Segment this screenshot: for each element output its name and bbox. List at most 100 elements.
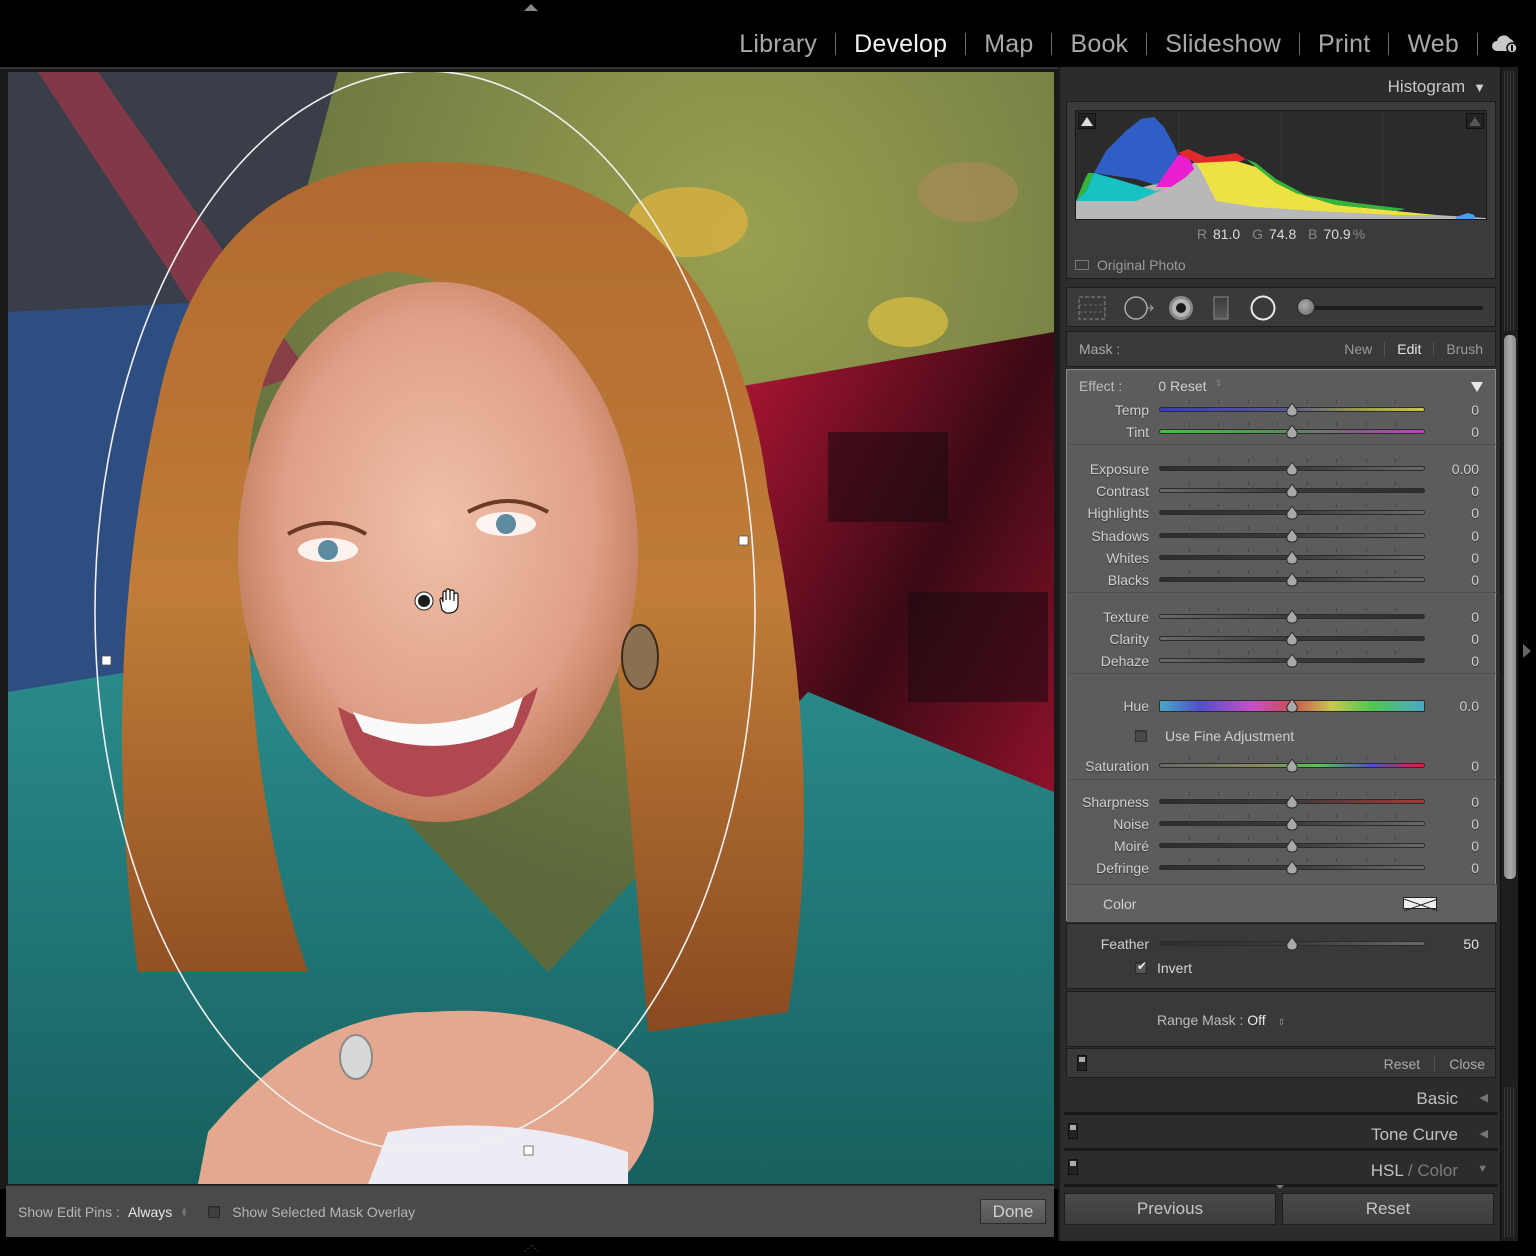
collapse-left-icon[interactable]: ◀: [1480, 1127, 1488, 1140]
invert-toggle[interactable]: Invert: [1135, 959, 1192, 976]
bottom-panel-grip-icon[interactable]: ⋰⋱: [524, 1244, 539, 1253]
slider-value[interactable]: 0: [1471, 505, 1479, 521]
highlight-clipping-toggle[interactable]: [1466, 113, 1484, 129]
slider-knob[interactable]: [1286, 402, 1298, 417]
slider-knob[interactable]: [1286, 936, 1298, 951]
histogram-header[interactable]: Histogram ▼: [1388, 72, 1486, 102]
fine-adjustment-toggle[interactable]: Use Fine Adjustment: [1135, 728, 1294, 744]
mask-reset-button[interactable]: Reset: [1384, 1056, 1421, 1072]
module-map[interactable]: Map: [966, 30, 1051, 59]
radial-filter-handle-left[interactable]: [101, 655, 112, 666]
mask-brush[interactable]: Brush: [1434, 341, 1495, 357]
effect-preset-select[interactable]: 0 Reset: [1158, 378, 1206, 394]
section-basic[interactable]: Basic ◀: [1064, 1081, 1498, 1115]
slider-value[interactable]: 0: [1471, 758, 1479, 774]
expand-down-icon[interactable]: ▼: [1477, 1163, 1488, 1175]
slider-knob[interactable]: [1286, 860, 1298, 875]
slider-value[interactable]: 0: [1471, 609, 1479, 625]
done-button[interactable]: Done: [980, 1199, 1046, 1224]
radial-filter-handle-bottom[interactable]: [523, 1145, 534, 1156]
panel-enable-switch[interactable]: [1068, 1123, 1078, 1139]
slider-value[interactable]: 0: [1471, 631, 1479, 647]
slider-knob[interactable]: [1286, 550, 1298, 565]
slider-knob[interactable]: [1286, 528, 1298, 543]
mask-edit[interactable]: Edit: [1385, 341, 1433, 357]
slider-value[interactable]: 0: [1471, 550, 1479, 566]
reset-button[interactable]: Reset: [1282, 1193, 1494, 1225]
slider-value[interactable]: 0.0: [1460, 698, 1479, 714]
radial-filter-handle-right[interactable]: [738, 535, 749, 546]
right-panel-toggle-icon[interactable]: [1523, 644, 1531, 658]
hsl-label[interactable]: HSL: [1371, 1161, 1403, 1180]
radial-filter-tool-icon[interactable]: [1249, 295, 1277, 326]
panel-enable-switch[interactable]: [1077, 1055, 1087, 1071]
right-panel-scrollbar[interactable]: [1500, 67, 1518, 1241]
mask-close-button[interactable]: Close: [1449, 1056, 1485, 1072]
crop-tool-icon[interactable]: [1077, 295, 1107, 326]
slider-value[interactable]: 0: [1471, 816, 1479, 832]
slider-value[interactable]: 0: [1471, 794, 1479, 810]
module-slideshow[interactable]: Slideshow: [1147, 30, 1299, 59]
spot-removal-tool-icon[interactable]: [1123, 295, 1157, 326]
slider-knob[interactable]: [1286, 424, 1298, 439]
panel-enable-switch[interactable]: [1068, 1159, 1078, 1175]
collapse-left-icon[interactable]: ◀: [1480, 1091, 1488, 1104]
slider-value[interactable]: 0: [1471, 653, 1479, 669]
module-develop[interactable]: Develop: [836, 30, 965, 59]
show-edit-pins-select[interactable]: Always: [128, 1204, 172, 1220]
slider-knob[interactable]: [1286, 653, 1298, 668]
adjustment-brush-tool-icon[interactable]: [1297, 298, 1315, 316]
module-library[interactable]: Library: [721, 30, 835, 59]
cloud-sync-icon[interactable]: [1488, 29, 1522, 59]
slider-knob[interactable]: [1286, 572, 1298, 587]
slider-knob[interactable]: [1286, 483, 1298, 498]
original-photo-toggle[interactable]: Original Photo: [1075, 257, 1186, 273]
module-web[interactable]: Web: [1389, 30, 1477, 59]
edit-pin[interactable]: [414, 591, 434, 611]
photo-canvas[interactable]: [8, 72, 1054, 1184]
module-print[interactable]: Print: [1300, 30, 1388, 59]
range-mask-select[interactable]: Range Mask : Off ⇕: [1157, 1012, 1285, 1028]
slider-value[interactable]: 0: [1471, 860, 1479, 876]
slider-value[interactable]: 0: [1471, 572, 1479, 588]
slider-value[interactable]: 0: [1471, 402, 1479, 418]
slider-knob[interactable]: [1286, 794, 1298, 809]
brush-tool-slider-track[interactable]: [1309, 306, 1483, 310]
mask-new[interactable]: New: [1332, 341, 1384, 357]
slider-knob[interactable]: [1286, 505, 1298, 520]
slider-knob[interactable]: [1286, 461, 1298, 476]
slider-value[interactable]: 0: [1471, 424, 1479, 440]
top-panel-collapse-icon[interactable]: [524, 4, 538, 11]
previous-button[interactable]: Previous: [1064, 1193, 1276, 1225]
section-tone-curve[interactable]: Tone Curve ◀: [1064, 1117, 1498, 1151]
fine-adjustment-checkbox[interactable]: [1135, 730, 1147, 742]
module-book[interactable]: Book: [1052, 30, 1146, 59]
show-mask-overlay-checkbox[interactable]: [208, 1205, 221, 1218]
original-photo-checkbox[interactable]: [1075, 260, 1089, 270]
slider-value[interactable]: 0: [1471, 483, 1479, 499]
slider-knob[interactable]: [1286, 816, 1298, 831]
slider-value[interactable]: 50: [1463, 936, 1479, 952]
invert-checkbox[interactable]: [1135, 959, 1147, 974]
section-hsl-color[interactable]: HSL / Color ▼: [1064, 1153, 1498, 1187]
color-swatch-none[interactable]: [1403, 897, 1439, 912]
red-eye-tool-icon[interactable]: [1167, 295, 1195, 326]
stepper-icon[interactable]: ▴ ▾: [180, 1204, 188, 1218]
histogram-graph[interactable]: [1075, 110, 1487, 220]
slider-knob[interactable]: [1286, 758, 1298, 773]
stepper-icon[interactable]: ⇕: [1215, 378, 1223, 394]
slider-value[interactable]: 0: [1471, 838, 1479, 854]
slider-value[interactable]: 0: [1471, 528, 1479, 544]
graduated-filter-tool-icon[interactable]: [1211, 295, 1231, 326]
scrollbar-thumb[interactable]: [1504, 335, 1516, 879]
slider-value[interactable]: 0.00: [1452, 461, 1479, 477]
slider-knob[interactable]: [1286, 698, 1298, 713]
collapse-triangle-icon[interactable]: ▼: [1473, 80, 1486, 95]
stepper-icon[interactable]: ⇕: [1278, 1017, 1286, 1027]
shadow-clipping-toggle[interactable]: [1078, 113, 1096, 129]
effect-collapse-icon[interactable]: [1471, 382, 1483, 392]
slider-knob[interactable]: [1286, 631, 1298, 646]
color-label[interactable]: Color: [1417, 1161, 1458, 1180]
slider-knob[interactable]: [1286, 838, 1298, 853]
slider-knob[interactable]: [1286, 609, 1298, 624]
